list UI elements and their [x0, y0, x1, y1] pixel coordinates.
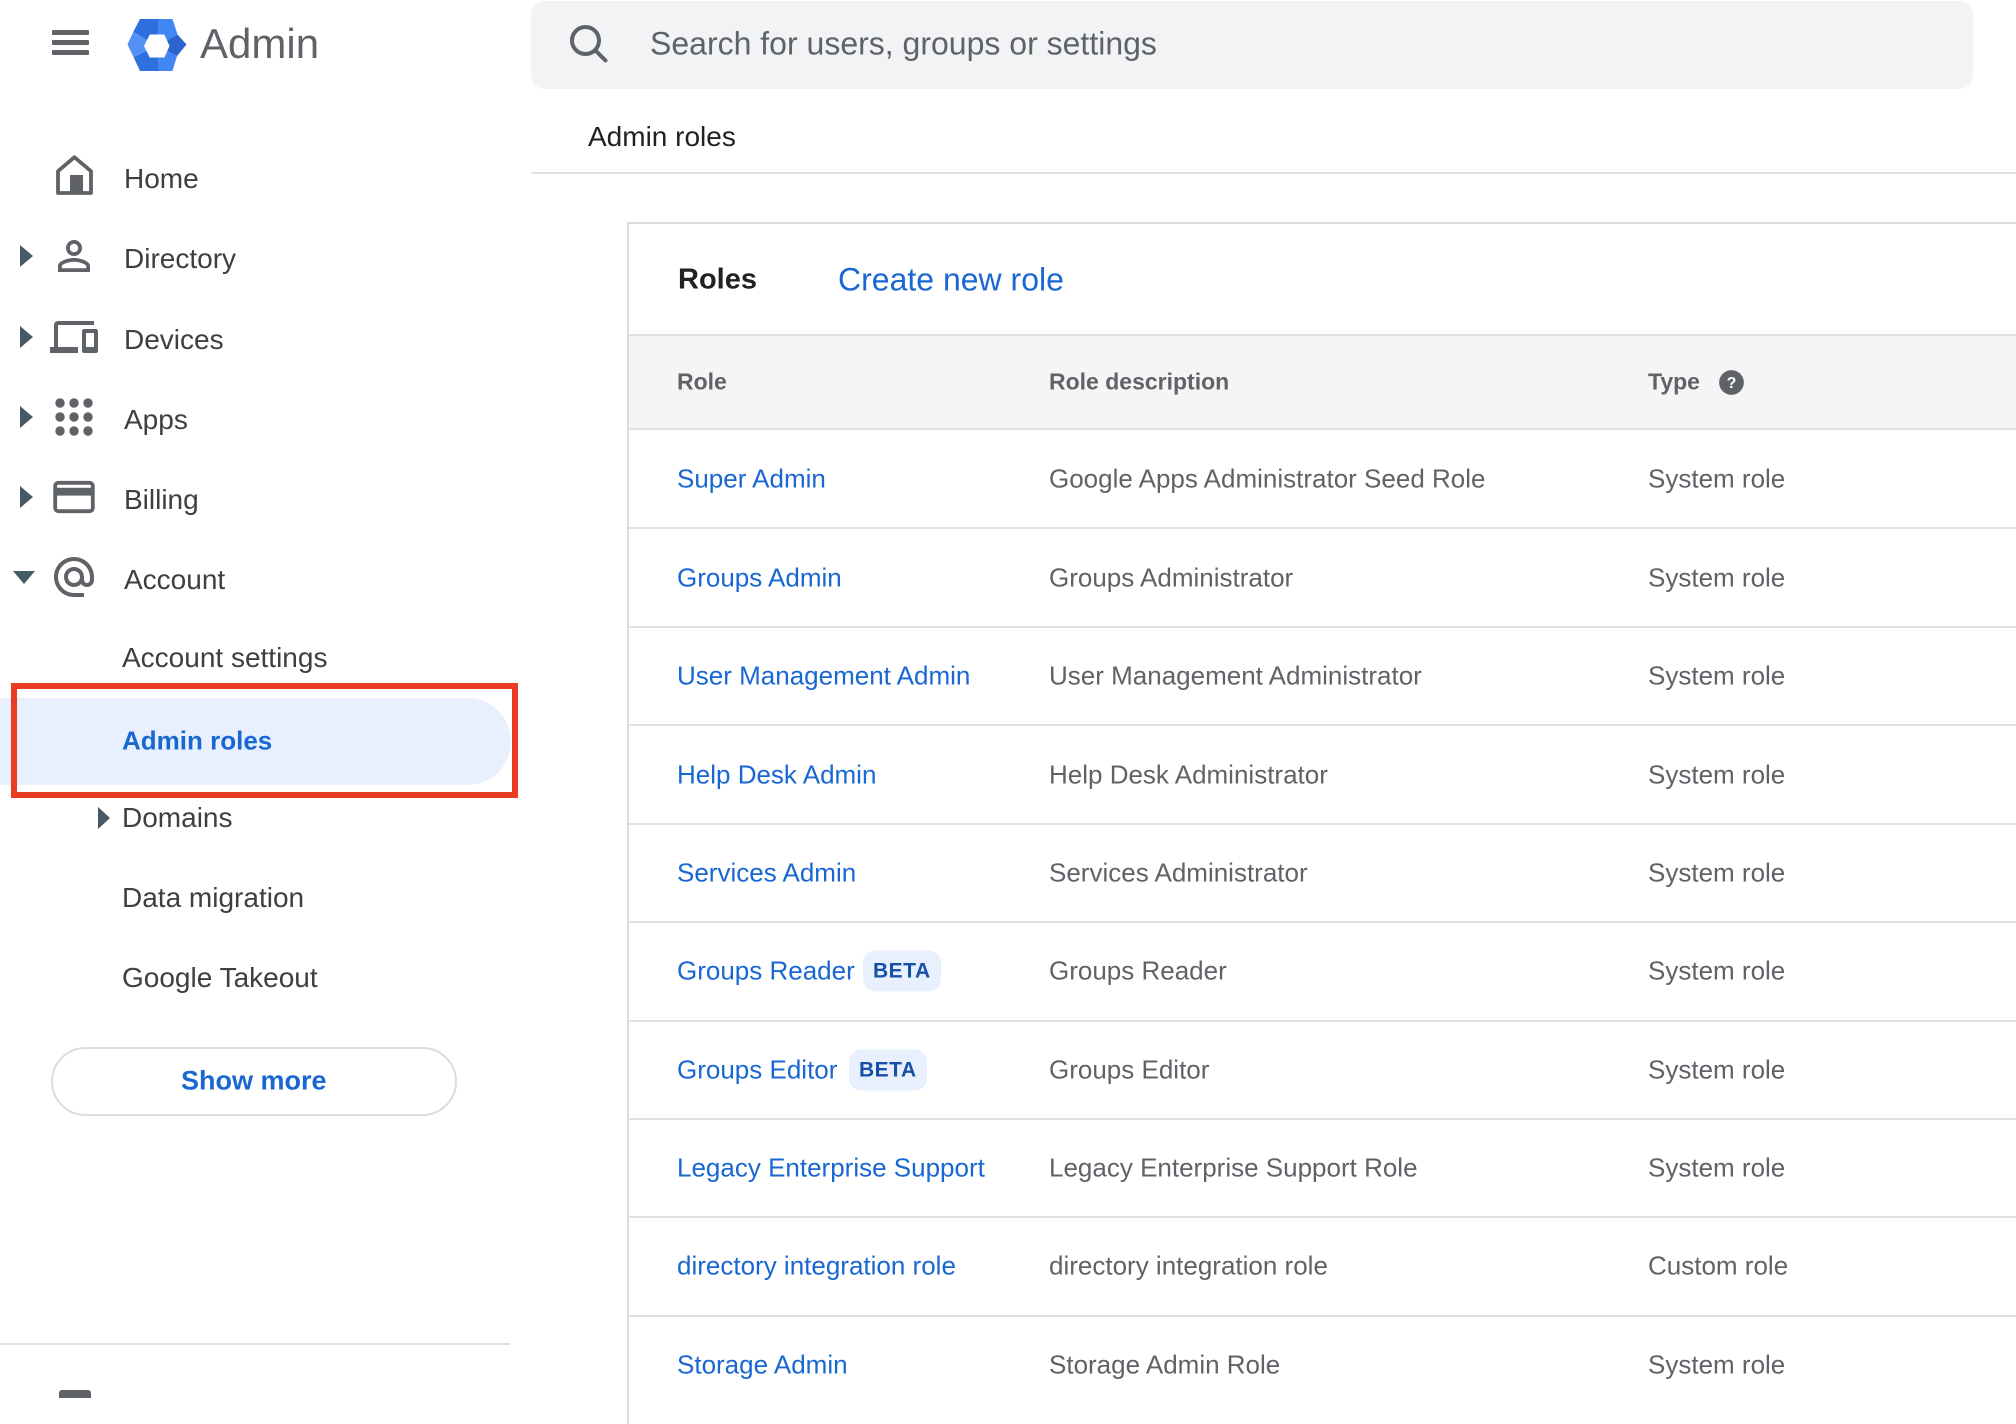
svg-text:?: ? — [1727, 375, 1737, 392]
